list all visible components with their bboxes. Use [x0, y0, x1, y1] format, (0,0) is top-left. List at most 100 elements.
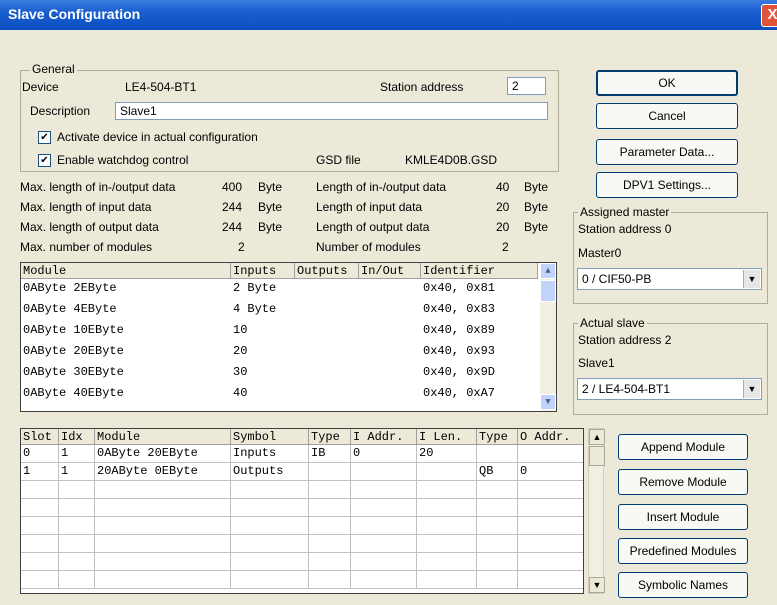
slot-cell: 1: [21, 463, 59, 481]
ilen-cell: [417, 499, 477, 517]
watchdog-checkbox[interactable]: ✔: [38, 154, 51, 167]
station-address-input[interactable]: 2: [507, 77, 546, 95]
inputs-cell: 10: [233, 323, 248, 337]
description-input[interactable]: Slave1: [115, 102, 548, 120]
cancel-button[interactable]: Cancel: [596, 103, 738, 129]
len-out-value: 20: [496, 220, 510, 234]
inputs-cell: 2 Byte: [233, 281, 277, 295]
oaddr-cell: [518, 535, 583, 553]
slot-header-ilen[interactable]: I Len.: [417, 429, 477, 445]
slot-cell: [21, 499, 59, 517]
predefined-modules-button[interactable]: Predefined Modules: [618, 538, 748, 564]
master-select-value: 0 / CIF50-PB: [582, 272, 652, 286]
max-out-label: Max. length of output data: [20, 220, 159, 234]
itype-cell: IB: [309, 445, 351, 463]
slot-header-module[interactable]: Module: [95, 429, 231, 445]
append-module-button[interactable]: Append Module: [618, 434, 748, 460]
chevron-down-icon[interactable]: ▼: [743, 380, 760, 398]
len-io-value: 40: [496, 180, 510, 194]
master-select[interactable]: 0 / CIF50-PB ▼: [577, 268, 762, 290]
slave-select[interactable]: 2 / LE4-504-BT1 ▼: [577, 378, 762, 400]
slot-cell: [21, 553, 59, 571]
module-list-header-identifier[interactable]: Identifier: [421, 263, 538, 279]
parameter-data-button[interactable]: Parameter Data...: [596, 139, 738, 165]
slot-cell: [21, 535, 59, 553]
slot-table-scrollbar[interactable]: ▲ ▼: [588, 428, 605, 594]
watchdog-label: Enable watchdog control: [57, 153, 189, 167]
oaddr-cell: [518, 571, 583, 589]
scroll-up-icon[interactable]: ▲: [540, 263, 556, 279]
scroll-down-icon[interactable]: ▼: [589, 577, 605, 593]
idx-cell: [59, 553, 95, 571]
master-station-address: Station address 0: [578, 222, 672, 236]
scroll-down-icon[interactable]: ▼: [540, 394, 556, 410]
slot-header-slot[interactable]: Slot: [21, 429, 59, 445]
device-label: Device: [22, 80, 59, 94]
otype-cell: [477, 445, 518, 463]
slot-cell: [21, 481, 59, 499]
itype-cell: [309, 517, 351, 535]
description-label: Description: [30, 104, 91, 118]
symbol-cell: [231, 499, 309, 517]
len-in-unit: Byte: [524, 200, 549, 214]
idx-cell: [59, 481, 95, 499]
inputs-cell: 40: [233, 386, 248, 400]
identifier-cell: 0x40, 0x89: [423, 323, 496, 337]
len-io-unit: Byte: [524, 180, 549, 194]
module-cell: 0AByte 10EByte: [23, 323, 124, 337]
assigned-master-label: Assigned master: [578, 205, 672, 219]
module-list-header-inputs[interactable]: Inputs: [231, 263, 295, 279]
oaddr-cell: [518, 499, 583, 517]
module-cell: [95, 481, 231, 499]
module-cell: [95, 571, 231, 589]
symbol-cell: Inputs: [231, 445, 309, 463]
scroll-up-icon[interactable]: ▲: [589, 429, 605, 445]
otype-cell: QB: [477, 463, 518, 481]
len-out-unit: Byte: [524, 220, 549, 234]
itype-cell: [309, 481, 351, 499]
module-list-header-module[interactable]: Module: [21, 263, 231, 279]
station-address-label: Station address: [380, 80, 464, 94]
chevron-down-icon[interactable]: ▼: [743, 270, 760, 288]
ilen-cell: [417, 481, 477, 499]
insert-module-button[interactable]: Insert Module: [618, 504, 748, 530]
device-value: LE4-504-BT1: [125, 80, 197, 94]
slot-cell: 0: [21, 445, 59, 463]
module-list-header-outputs[interactable]: Outputs: [295, 263, 359, 279]
ilen-cell: [417, 535, 477, 553]
dpv1-settings-button[interactable]: DPV1 Settings...: [596, 172, 738, 198]
slot-header-otype[interactable]: Type: [477, 429, 518, 445]
module-list-header-inout[interactable]: In/Out: [359, 263, 421, 279]
slot-table[interactable]: Slot Idx Module Symbol Type I Addr. I Le…: [20, 428, 584, 594]
gsd-label: GSD file: [316, 153, 361, 167]
slot-header-itype[interactable]: Type: [309, 429, 351, 445]
itype-cell: [309, 463, 351, 481]
max-io-unit: Byte: [258, 180, 283, 194]
symbolic-names-button[interactable]: Symbolic Names: [618, 572, 748, 598]
ok-button[interactable]: OK: [596, 70, 738, 96]
ilen-cell: [417, 517, 477, 535]
module-cell: 0AByte 30EByte: [23, 365, 124, 379]
window-title: Slave Configuration: [8, 6, 141, 22]
slot-cell: [21, 571, 59, 589]
activate-checkbox[interactable]: ✔: [38, 131, 51, 144]
max-in-unit: Byte: [258, 200, 283, 214]
len-out-label: Length of output data: [316, 220, 430, 234]
module-list-scrollbar[interactable]: ▲ ▼: [540, 263, 556, 411]
module-list[interactable]: Module Inputs Outputs In/Out Identifier …: [20, 262, 557, 412]
oaddr-cell: [518, 553, 583, 571]
slot-header-oaddr[interactable]: O Addr.: [518, 429, 583, 445]
close-button[interactable]: X: [761, 4, 777, 27]
max-in-value: 244: [222, 200, 243, 214]
itype-cell: [309, 571, 351, 589]
idx-cell: [59, 571, 95, 589]
slot-header-symbol[interactable]: Symbol: [231, 429, 309, 445]
identifier-cell: 0x40, 0x9D: [423, 365, 496, 379]
scroll-thumb[interactable]: [540, 280, 556, 302]
module-cell: 0AByte 2EByte: [23, 281, 117, 295]
slot-header-idx[interactable]: Idx: [59, 429, 95, 445]
identifier-cell: 0x40, 0x83: [423, 302, 496, 316]
slot-header-iaddr[interactable]: I Addr.: [351, 429, 417, 445]
scroll-thumb[interactable]: [589, 446, 605, 466]
remove-module-button[interactable]: Remove Module: [618, 469, 748, 495]
